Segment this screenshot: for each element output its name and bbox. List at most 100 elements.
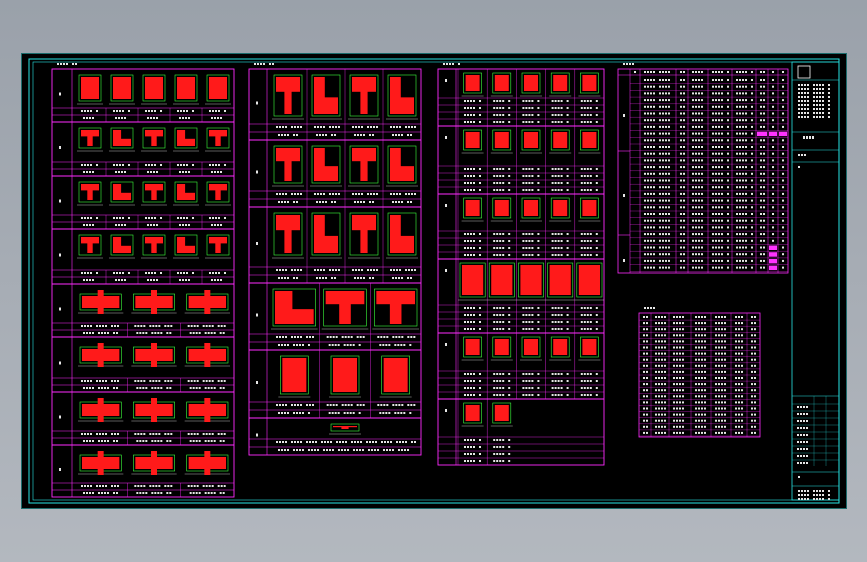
cell-value — [647, 246, 649, 249]
section-caption — [189, 492, 192, 494]
section-caption — [113, 440, 115, 442]
cell-value — [760, 112, 762, 115]
cell-value — [644, 132, 646, 135]
section-caption — [208, 380, 211, 382]
cell-value — [727, 159, 729, 162]
section-caption — [180, 272, 182, 274]
section-caption — [393, 126, 395, 128]
section-caption — [595, 168, 598, 170]
section-caption — [390, 441, 392, 443]
cell-value — [721, 99, 723, 102]
section-caption — [213, 332, 216, 334]
section-caption — [111, 380, 113, 382]
cell-value — [658, 389, 660, 392]
cell-value — [738, 322, 740, 325]
drawing-sheet[interactable] — [21, 53, 847, 509]
cell-value — [772, 179, 774, 182]
drawing-name — [807, 498, 809, 500]
section-caption — [508, 387, 511, 389]
cell-value — [644, 199, 646, 202]
section-caption — [142, 440, 145, 442]
section-caption — [156, 117, 158, 119]
cell-value — [692, 172, 694, 175]
section-caption — [187, 325, 190, 327]
cell-value — [664, 377, 666, 379]
section-caption — [217, 171, 219, 173]
section-caption — [326, 404, 329, 406]
cell-value — [664, 383, 666, 386]
cell-value — [701, 425, 703, 428]
section-fill — [282, 358, 307, 392]
cell-value — [682, 383, 684, 386]
cell-value — [643, 389, 645, 392]
cell-value — [643, 346, 645, 349]
cell-value — [695, 328, 697, 331]
section-caption — [384, 441, 386, 443]
signature-text — [803, 434, 805, 436]
cell-value — [739, 105, 741, 108]
signature-text — [806, 462, 808, 464]
section-caption — [580, 240, 583, 242]
cell-value — [692, 219, 694, 222]
cell-value — [715, 199, 717, 202]
cell-value — [650, 179, 652, 182]
section-caption — [528, 240, 531, 242]
cell-value — [692, 192, 694, 195]
section-caption — [205, 380, 208, 382]
section-caption — [554, 100, 557, 102]
section-caption — [551, 168, 554, 170]
cell-value — [736, 179, 738, 182]
cell-value — [772, 172, 774, 175]
section-caption — [496, 380, 499, 382]
cell-value — [661, 328, 663, 331]
section-caption — [136, 440, 139, 442]
cell-value — [643, 358, 645, 361]
section-caption — [155, 433, 158, 435]
section-caption — [367, 193, 369, 195]
cell-value — [782, 192, 784, 195]
section-caption — [302, 344, 304, 346]
cell-value — [646, 322, 648, 325]
section-fill — [151, 290, 157, 314]
section-caption — [464, 460, 466, 462]
section-caption — [294, 404, 296, 406]
cell-value — [683, 99, 685, 102]
section-caption — [332, 404, 335, 406]
cell-value — [647, 99, 649, 102]
cell-value — [751, 413, 753, 416]
cell-value — [661, 401, 663, 404]
section-caption — [214, 171, 216, 173]
cell-value — [701, 239, 703, 242]
section-caption — [473, 107, 475, 109]
cell-value — [738, 431, 740, 434]
cell-value — [647, 92, 649, 95]
cell-value — [665, 266, 667, 269]
section-caption — [464, 446, 466, 448]
cell-value — [683, 125, 685, 128]
signature-text — [800, 448, 802, 450]
cell-value — [715, 413, 717, 416]
section-caption — [358, 412, 361, 414]
signature-text — [797, 434, 799, 436]
section-caption — [332, 336, 335, 338]
section-caption — [493, 175, 496, 177]
section-caption — [282, 336, 284, 338]
cell-value — [692, 239, 694, 242]
cell-value — [763, 239, 765, 242]
cell-value — [742, 166, 744, 169]
cad-viewport[interactable] — [0, 0, 867, 562]
column-header — [736, 71, 738, 73]
cell-value — [679, 322, 681, 325]
column-header — [727, 71, 729, 73]
cell-value — [653, 166, 655, 169]
cell-value — [659, 259, 661, 262]
cell-value — [751, 370, 753, 373]
section-caption — [158, 325, 161, 327]
section-caption — [473, 380, 475, 382]
section-caption — [560, 247, 563, 249]
cell-value — [644, 226, 646, 229]
section-fill — [465, 405, 480, 421]
logo-box — [797, 65, 811, 79]
row-label — [256, 170, 258, 174]
cell-value — [701, 172, 703, 175]
